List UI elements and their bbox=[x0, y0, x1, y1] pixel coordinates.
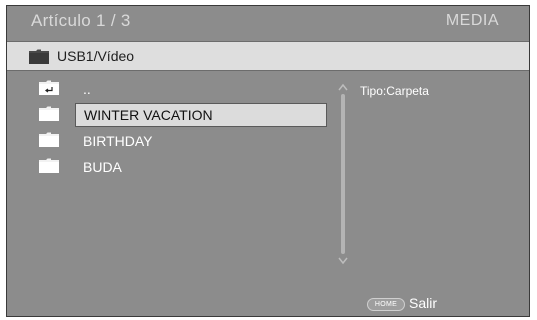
list-item-label: WINTER VACATION bbox=[75, 103, 327, 127]
scroll-track bbox=[341, 94, 345, 254]
home-key-icon: HOME bbox=[367, 298, 405, 311]
item-type-text: Tipo:Carpeta bbox=[360, 84, 429, 98]
list-item-birthday[interactable]: BIRTHDAY bbox=[7, 128, 337, 152]
exit-label: Salir bbox=[409, 295, 438, 311]
list-item-winter-vacation[interactable]: WINTER VACATION bbox=[7, 102, 337, 127]
item-info-panel: Tipo:Carpeta bbox=[360, 84, 429, 98]
folder-icon bbox=[39, 106, 59, 121]
item-counter-title: Artículo 1 / 3 bbox=[31, 11, 131, 30]
list-item-label: BIRTHDAY bbox=[83, 133, 153, 149]
list-item-label: BUDA bbox=[83, 159, 122, 175]
list-item-parent[interactable]: .. bbox=[7, 76, 337, 100]
header-bar: Artículo 1 / 3 MEDIA bbox=[7, 6, 529, 40]
scroll-up-arrow-icon bbox=[338, 83, 348, 91]
current-path: USB1/Vídeo bbox=[57, 48, 135, 64]
folder-icon bbox=[39, 158, 59, 173]
path-bar: USB1/Vídeo bbox=[7, 41, 529, 71]
list-item-buda[interactable]: BUDA bbox=[7, 154, 337, 178]
media-source-label: MEDIA bbox=[445, 12, 499, 29]
media-browser-screen: Artículo 1 / 3 MEDIA USB1/Vídeo .. WINTE… bbox=[6, 5, 530, 317]
scroll-down-arrow-icon bbox=[338, 257, 348, 265]
folder-icon bbox=[29, 49, 49, 64]
list-scrollbar[interactable] bbox=[337, 82, 349, 268]
list-item-label: .. bbox=[83, 81, 91, 97]
folder-icon bbox=[39, 132, 59, 147]
parent-folder-icon bbox=[39, 80, 59, 95]
